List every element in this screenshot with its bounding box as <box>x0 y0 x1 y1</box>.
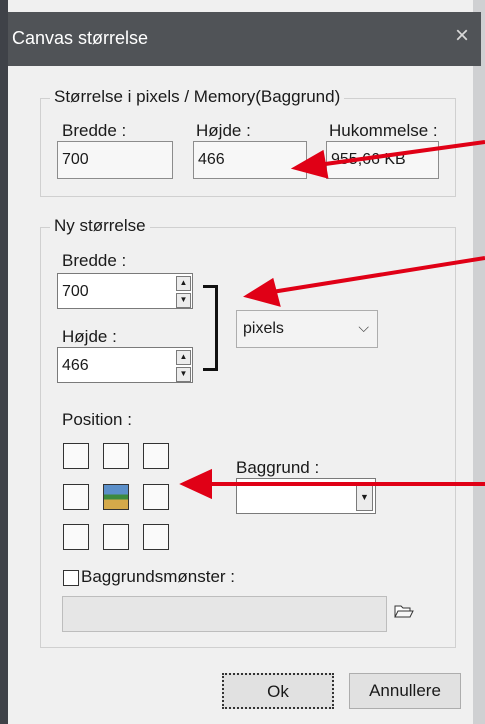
position-bottom-right[interactable] <box>143 524 169 550</box>
position-top-right[interactable] <box>143 443 169 469</box>
position-label: Position : <box>62 410 132 429</box>
position-center-image-icon[interactable] <box>103 484 129 510</box>
position-top-center[interactable] <box>103 443 129 469</box>
chevron-down-icon: ⌵ <box>358 319 369 335</box>
new-width-value[interactable]: 700 <box>62 283 89 301</box>
close-icon[interactable]: × <box>455 22 469 50</box>
ok-button[interactable]: Ok <box>222 673 334 709</box>
height-decrement-icon[interactable]: ▼ <box>176 367 191 382</box>
position-bottom-left[interactable] <box>63 524 89 550</box>
new-height-label: Højde : <box>62 327 117 346</box>
new-width-label: Bredde : <box>62 251 127 270</box>
aspect-link-bracket <box>203 285 218 371</box>
window-left-border <box>0 0 8 724</box>
memory-label: Hukommelse : <box>329 121 438 140</box>
current-width-label: Bredde : <box>62 121 127 140</box>
width-increment-icon[interactable]: ▲ <box>176 276 191 291</box>
position-top-left[interactable] <box>63 443 89 469</box>
window-right-border <box>473 0 485 724</box>
position-middle-right[interactable] <box>143 484 169 510</box>
current-height-field: 466 <box>193 141 307 179</box>
position-middle-left[interactable] <box>63 484 89 510</box>
folder-open-icon[interactable] <box>394 603 414 619</box>
new-size-legend: Ny størrelse <box>50 216 150 236</box>
unit-dropdown[interactable]: pixels ⌵ <box>236 310 378 348</box>
position-bottom-center[interactable] <box>103 524 129 550</box>
unit-value: pixels <box>243 320 284 337</box>
background-color-dropdown[interactable]: ▼ <box>236 478 376 514</box>
window-title: Canvas størrelse <box>12 28 149 48</box>
pattern-path-field[interactable] <box>62 596 387 632</box>
width-decrement-icon[interactable]: ▼ <box>176 293 191 308</box>
new-height-spinner[interactable]: 466 ▲ ▼ <box>57 347 193 383</box>
pattern-label: Baggrundsmønster : <box>81 567 236 586</box>
height-increment-icon[interactable]: ▲ <box>176 350 191 365</box>
dropdown-arrow-icon[interactable]: ▼ <box>356 483 373 511</box>
title-bar: Canvas størrelse × <box>8 12 481 66</box>
new-height-value[interactable]: 466 <box>62 357 89 375</box>
current-height-label: Højde : <box>196 121 251 140</box>
current-width-field: 700 <box>57 141 173 179</box>
background-label: Baggrund : <box>236 458 320 477</box>
new-width-spinner[interactable]: 700 ▲ ▼ <box>57 273 193 309</box>
size-info-legend: Størrelse i pixels / Memory(Baggrund) <box>50 87 345 107</box>
memory-field: 955,66 KB <box>326 141 439 179</box>
pattern-checkbox[interactable] <box>63 570 79 586</box>
cancel-button[interactable]: Annullere <box>349 673 461 709</box>
